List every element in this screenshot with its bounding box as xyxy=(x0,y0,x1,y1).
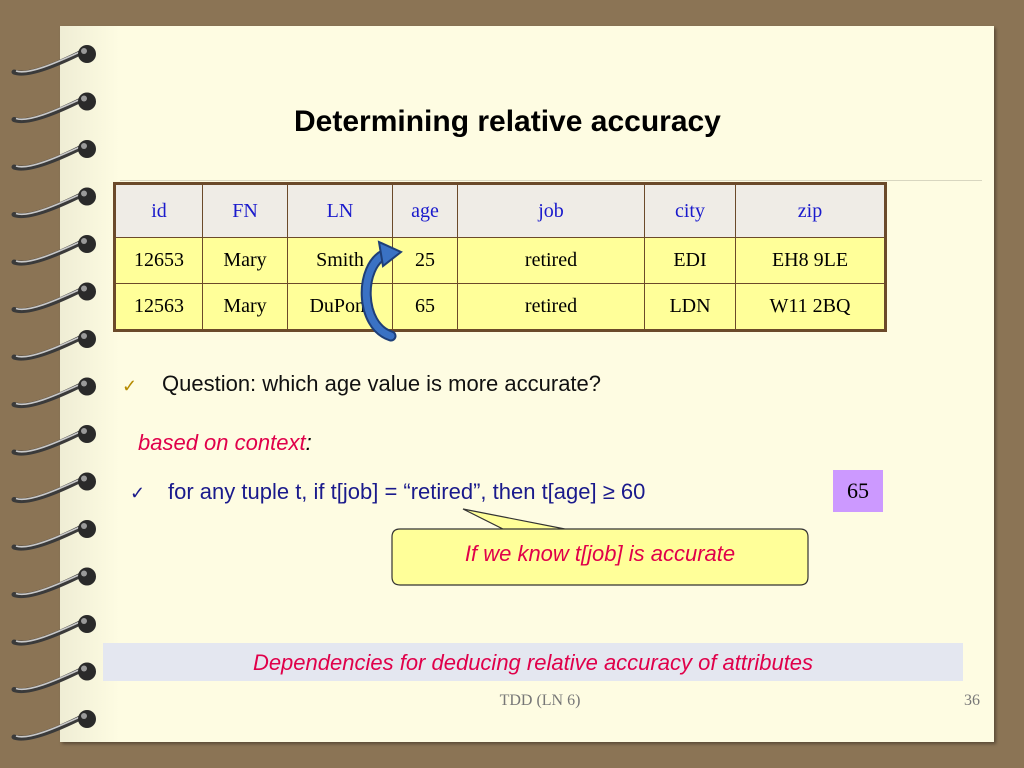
context-colon: : xyxy=(305,430,312,455)
cell-id: 12653 xyxy=(114,237,203,284)
table-row: 12563 Mary DuPont 65 retired LDN W11 2BQ xyxy=(114,283,886,331)
slide-footer: TDD (LN 6) xyxy=(499,692,581,709)
cell-zip: W11 2BQ xyxy=(735,283,886,331)
callout-text: If we know t[job] is accurate xyxy=(464,541,736,566)
header-zip: zip xyxy=(735,183,886,238)
question-text: Question: which age value is more accura… xyxy=(162,371,602,396)
slide-number: 36 xyxy=(964,692,980,709)
table-header-row: id FN LN age job city zip xyxy=(114,183,886,238)
cell-zip: EH8 9LE xyxy=(735,237,886,284)
context-text: based on context xyxy=(138,430,306,455)
header-fn: FN xyxy=(202,183,288,238)
age-value-box: 65 xyxy=(833,470,883,512)
header-job: job xyxy=(457,183,645,238)
header-ln: LN xyxy=(287,183,393,238)
rule-text: for any tuple t, if t[job] = “retired”, … xyxy=(168,479,646,504)
header-city: city xyxy=(644,183,736,238)
table-row: 12653 Mary Smith 25 retired EDI EH8 9LE xyxy=(114,237,886,284)
curved-arrow-icon xyxy=(360,240,403,342)
checkmark-icon: ✓ xyxy=(130,483,146,503)
checkmark-icon: ✓ xyxy=(122,376,138,396)
cell-job: retired xyxy=(457,283,645,331)
conclusion-text: Dependencies for deducing relative accur… xyxy=(252,650,814,675)
title-divider xyxy=(120,180,982,181)
slide-title: Determining relative accuracy xyxy=(294,105,721,138)
cell-fn: Mary xyxy=(202,283,288,331)
spiral-binding-icon xyxy=(11,45,96,741)
cell-fn: Mary xyxy=(202,237,288,284)
data-table: id FN LN age job city zip 12653 Mary Smi… xyxy=(113,182,887,332)
header-age: age xyxy=(392,183,458,238)
cell-city: EDI xyxy=(644,237,736,284)
context-label: based on context: xyxy=(138,430,312,456)
cell-city: LDN xyxy=(644,283,736,331)
cell-id: 12563 xyxy=(114,283,203,331)
header-id: id xyxy=(114,183,203,238)
cell-job: retired xyxy=(457,237,645,284)
